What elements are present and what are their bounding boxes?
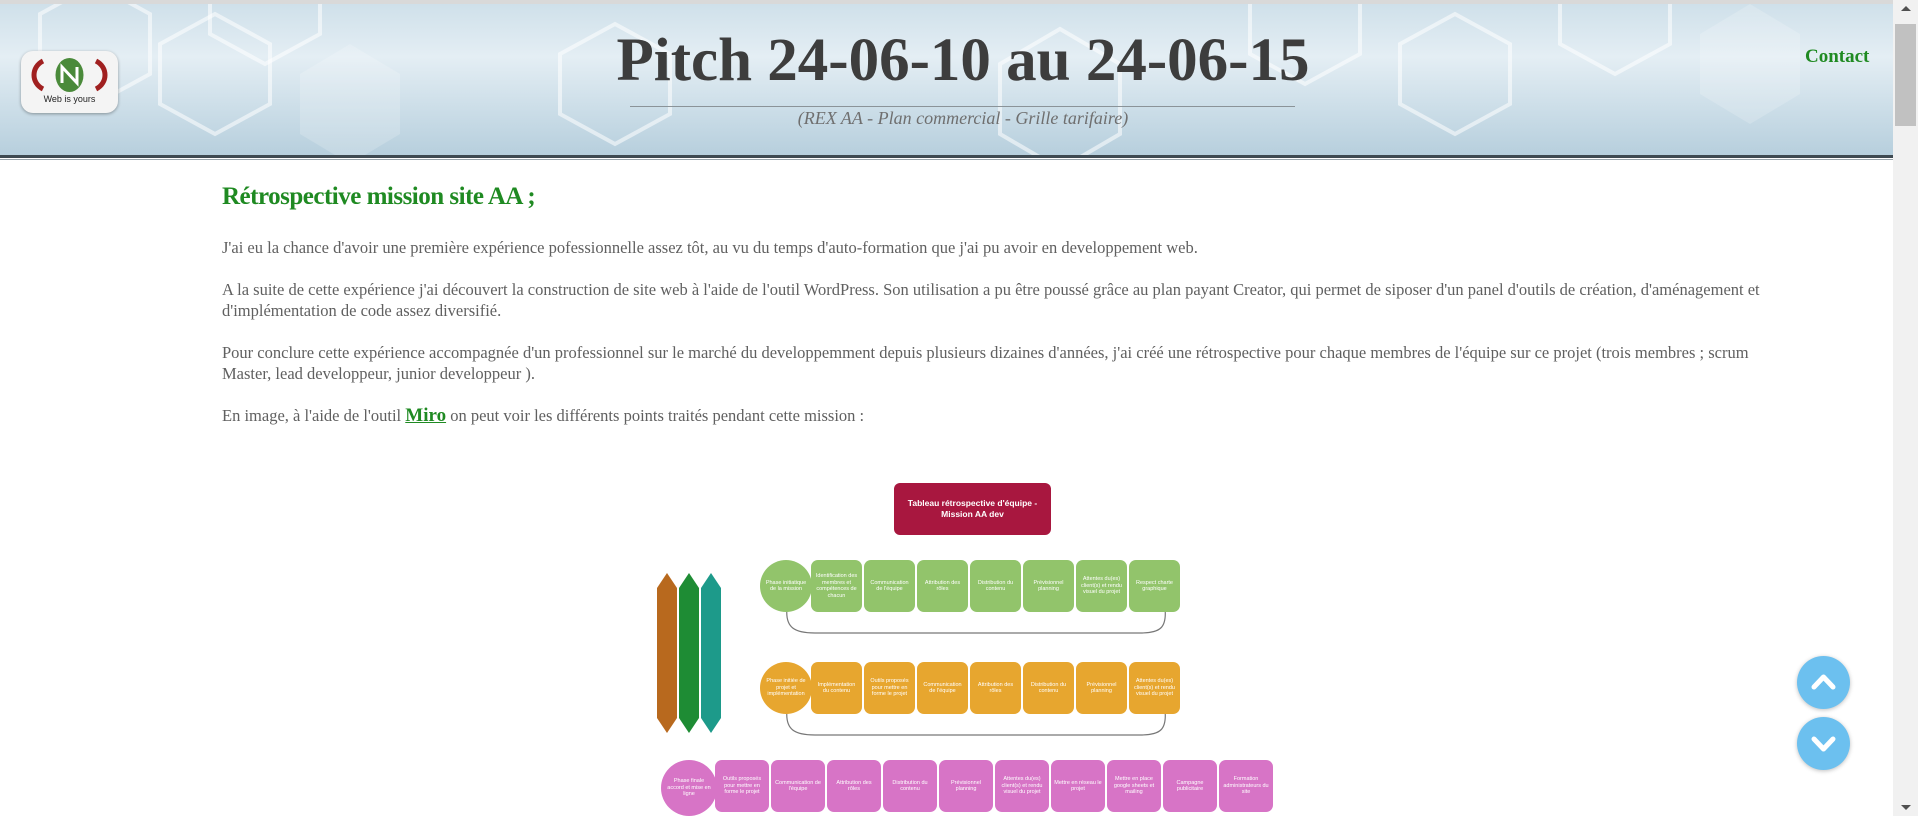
phase-item: Implémentation du contenu — [811, 662, 862, 714]
scroll-to-top-button[interactable] — [1797, 656, 1850, 709]
phase-item: Mettre en réseau le projet — [1051, 760, 1105, 812]
phase-item: Communication de l'équipe — [917, 662, 968, 714]
phase-item: Campagne publicitaire — [1163, 760, 1217, 812]
vertical-arrow-green — [679, 573, 699, 733]
vertical-arrow-brown — [657, 573, 677, 733]
phase-item: Communication de l'équipe — [771, 760, 825, 812]
chevron-down-icon — [1811, 736, 1836, 752]
miro-sentence-start: En image, à l'aide de l'outil — [222, 406, 406, 425]
phase-item: Distribution du contenu — [883, 760, 937, 812]
page-subtitle: (REX AA - Plan commercial - Grille tarif… — [797, 108, 1129, 128]
paragraph-miro: En image, à l'aide de l'outil Miro on pe… — [222, 405, 1762, 426]
phase-item: Prévisionnel planning — [1023, 560, 1074, 612]
paragraph-conclusion: Pour conclure cette expérience accompagn… — [222, 343, 1749, 383]
phase-item: Attribution des rôles — [970, 662, 1021, 714]
title-underline — [630, 106, 1295, 107]
site-header: Web is yours Pitch 24-06-10 au 24-06-15 … — [0, 0, 1893, 155]
chevron-up-icon — [1811, 674, 1836, 690]
scrollbar-up-arrow[interactable] — [1893, 0, 1918, 17]
phase-item: Prévisionnel planning — [939, 760, 993, 812]
phase-circle: Phase finale accord et mise en ligne — [661, 760, 717, 816]
scroll-to-bottom-button[interactable] — [1797, 717, 1850, 770]
scrollbar-down-arrow[interactable] — [1893, 799, 1918, 816]
phase-item: Attribution des rôles — [827, 760, 881, 812]
phase-item: Distribution du contenu — [1023, 662, 1074, 714]
phase-item: Attribution des rôles — [917, 560, 968, 612]
miro-sentence-end: on peut voir les différents points trait… — [446, 406, 865, 425]
phase-item: Prévisionnel planning — [1076, 662, 1127, 714]
vertical-arrow-teal — [701, 573, 721, 733]
phase-item: Attentes du(es) client(s) et rendu visue… — [1076, 560, 1127, 612]
header-divider — [0, 155, 1893, 158]
header-divider-thin — [0, 159, 1893, 160]
phase-item: Mettre en place google sheets et mailing — [1107, 760, 1161, 812]
paragraph-wordpress: A la suite de cette expérience j'ai déco… — [222, 280, 1760, 320]
phase-item: Outils proposés pour mettre en forme le … — [715, 760, 769, 812]
phase-item: Communication de l'équipe — [864, 560, 915, 612]
phase-item: Respect charte graphique — [1129, 560, 1180, 612]
section-title: Rétrospective mission site AA ; — [222, 183, 536, 210]
phase-item: Identification des membres et compétence… — [811, 560, 862, 612]
paragraph-intro: J'ai eu la chance d'avoir une première e… — [222, 238, 1198, 257]
phase-item: Formation administrateurs du site — [1219, 760, 1273, 812]
scrollbar-thumb[interactable] — [1895, 24, 1916, 126]
contact-link[interactable]: Contact — [1805, 46, 1869, 68]
page-title: Pitch 24-06-10 au 24-06-15 — [616, 27, 1310, 94]
miro-link[interactable]: Miro — [405, 405, 446, 426]
phase-item: Attentes du(es) client(s) et rendu visue… — [995, 760, 1049, 812]
phase-item: Distribution du contenu — [970, 560, 1021, 612]
phase-circle: Phase initiée de projet et implémentatio… — [760, 662, 812, 714]
phase-circle: Phase initiatique de la mission — [760, 560, 812, 612]
page-scrollbar[interactable] — [1893, 0, 1918, 816]
phase-item: Attentes du(es) client(s) et rendu visue… — [1129, 662, 1180, 714]
phase-item: Outils proposés pour mettre en forme le … — [864, 662, 915, 714]
